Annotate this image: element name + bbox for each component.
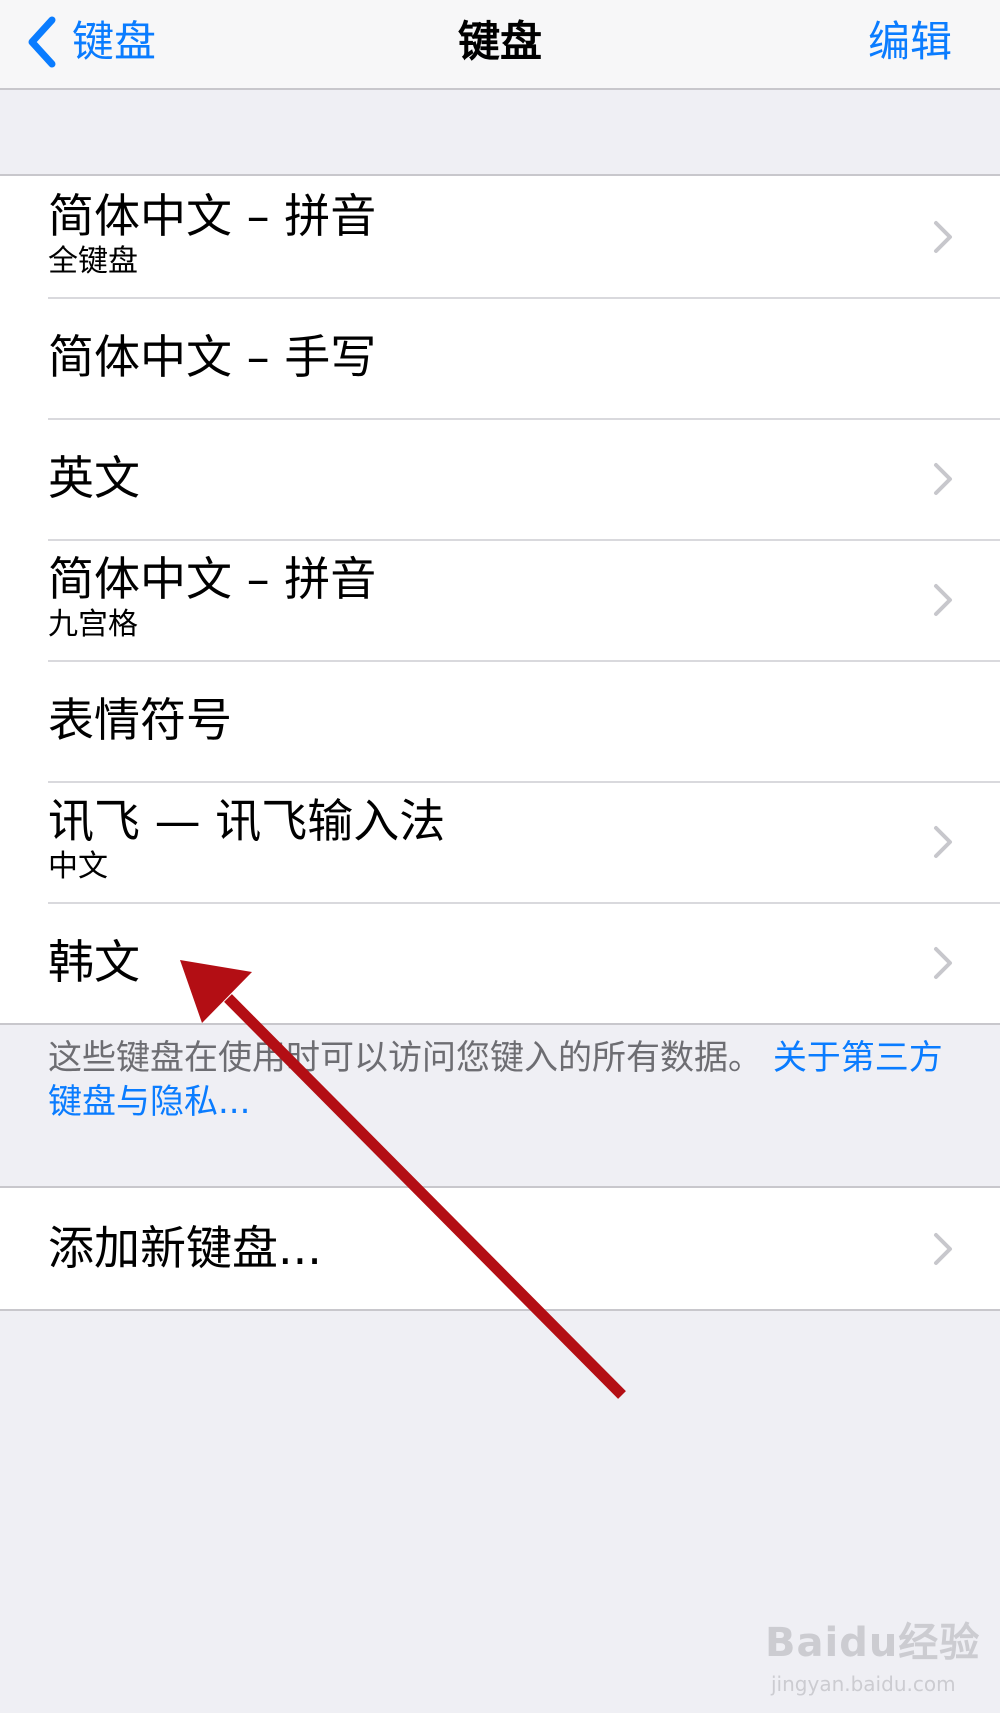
- watermark-logo: Baidu经验: [765, 1620, 981, 1666]
- watermark-url: jingyan.baidu.com: [771, 1672, 956, 1696]
- annotation-arrow: [180, 960, 626, 1399]
- baidu-watermark: Baidu经验 jingyan.baidu.com: [765, 1610, 980, 1696]
